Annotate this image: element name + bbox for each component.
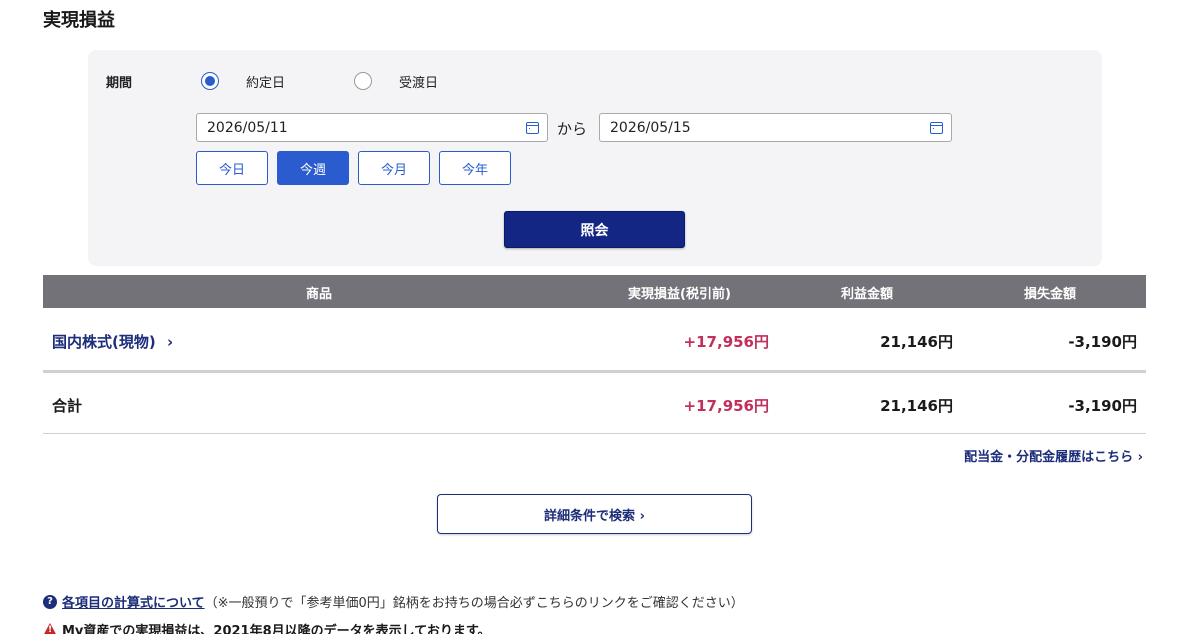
inquiry-button[interactable]: 照会 bbox=[504, 211, 685, 248]
question-icon: ? bbox=[43, 594, 57, 609]
calculation-formula-link[interactable]: 各項目の計算式について bbox=[62, 592, 205, 611]
header-realized-pl: 実現損益(税引前) bbox=[628, 287, 731, 302]
warning-line: My資産での実現損益は、2021年8月以降のデータを表示しております。 bbox=[43, 620, 491, 634]
date-separator: から bbox=[557, 120, 588, 138]
dividend-history-link[interactable]: 配当金・分配金履歴はこちら › bbox=[964, 446, 1143, 465]
row-divider bbox=[43, 370, 1146, 373]
this-month-button[interactable]: 今月 bbox=[358, 151, 430, 185]
this-week-button[interactable]: 今週 bbox=[277, 151, 349, 185]
today-button[interactable]: 今日 bbox=[196, 151, 268, 185]
total-profit-amount: 21,146円 bbox=[880, 397, 953, 415]
radio-button-checked[interactable] bbox=[201, 72, 219, 90]
help-note: （※一般預りで「参考単価0円」銘柄をお持ちの場合必ずこちらのリンクをご確認くださ… bbox=[204, 596, 744, 611]
header-profit-amount: 利益金額 bbox=[841, 287, 894, 302]
period-label: 期間 bbox=[106, 76, 133, 91]
table-header: 商品 実現損益(税引前) 利益金額 損失金額 bbox=[43, 275, 1146, 308]
page-title: 実現損益 bbox=[43, 10, 115, 31]
help-line: ? 各項目の計算式について （※一般預りで「参考単価0円」銘柄をお持ちの場合必ず… bbox=[43, 592, 744, 611]
warning-text: My資産での実現損益は、2021年8月以降のデータを表示しております。 bbox=[62, 624, 491, 634]
detail-search-button[interactable]: 詳細条件で検索 › bbox=[437, 494, 752, 534]
radio-trade-date[interactable]: 約定日 bbox=[201, 71, 285, 91]
warning-icon bbox=[43, 623, 57, 634]
total-loss-amount: -3,190円 bbox=[1068, 397, 1137, 415]
header-product: 商品 bbox=[305, 287, 332, 302]
radio-label: 約定日 bbox=[246, 75, 286, 91]
calendar-icon[interactable] bbox=[526, 121, 539, 134]
radio-label: 受渡日 bbox=[399, 75, 439, 91]
total-label: 合計 bbox=[52, 397, 83, 415]
calendar-icon[interactable] bbox=[930, 121, 943, 134]
date-from-input[interactable]: 2026/05/11 bbox=[196, 113, 548, 142]
radio-button[interactable] bbox=[354, 72, 372, 90]
radio-settlement-date[interactable]: 受渡日 bbox=[354, 71, 438, 91]
this-year-button[interactable]: 今年 bbox=[439, 151, 511, 185]
product-name: 国内株式(現物) bbox=[52, 333, 156, 351]
header-loss-amount: 損失金額 bbox=[1024, 287, 1077, 302]
row-divider bbox=[43, 433, 1146, 434]
total-realized-pl: +17,956円 bbox=[683, 397, 769, 415]
date-from-value: 2026/05/11 bbox=[207, 119, 288, 136]
product-link-domestic-stock[interactable]: 国内株式(現物) › bbox=[52, 331, 173, 352]
chevron-right-icon: › bbox=[166, 333, 174, 351]
date-to-input[interactable]: 2026/05/15 bbox=[599, 113, 952, 142]
realized-pl-value: +17,956円 bbox=[683, 333, 769, 351]
loss-amount-value: -3,190円 bbox=[1068, 333, 1137, 351]
profit-amount-value: 21,146円 bbox=[880, 333, 953, 351]
date-to-value: 2026/05/15 bbox=[610, 119, 691, 136]
